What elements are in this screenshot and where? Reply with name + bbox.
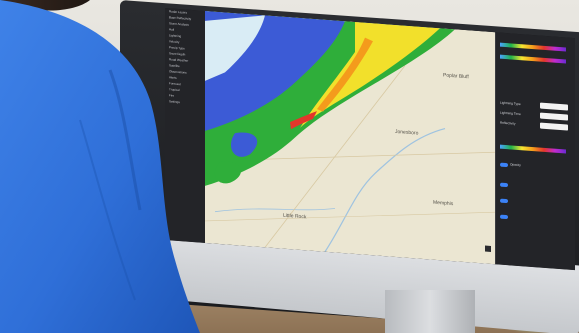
reflectivity-color-scale[interactable] bbox=[500, 144, 566, 154]
monitor-stand bbox=[385, 290, 475, 333]
photo-scene: Radar Layers Base Reflectivity Storm Analy… bbox=[0, 0, 579, 333]
lightning-type-label: Lightning Type bbox=[500, 100, 521, 107]
layer-toggle-3[interactable] bbox=[500, 214, 508, 220]
lightning-type-field[interactable] bbox=[540, 102, 568, 111]
reflectivity-field[interactable] bbox=[540, 122, 568, 131]
person-blue-shirt bbox=[0, 0, 200, 333]
map-control-button[interactable] bbox=[485, 245, 491, 252]
color-swatches-2[interactable] bbox=[500, 54, 566, 64]
color-swatches[interactable] bbox=[500, 42, 566, 52]
reflectivity-label: Reflectivity bbox=[500, 120, 516, 126]
lightning-time-field[interactable] bbox=[540, 112, 568, 121]
opacity-label: Opacity bbox=[510, 162, 521, 168]
settings-panel: Lightning Type Lightning Time Reflectivi… bbox=[495, 32, 575, 271]
layer-toggle-2[interactable] bbox=[500, 198, 508, 204]
lightning-time-label: Lightning Time bbox=[500, 110, 521, 117]
opacity-toggle[interactable] bbox=[500, 162, 508, 168]
layer-toggle-1[interactable] bbox=[500, 182, 508, 188]
person-shirt bbox=[0, 0, 200, 333]
